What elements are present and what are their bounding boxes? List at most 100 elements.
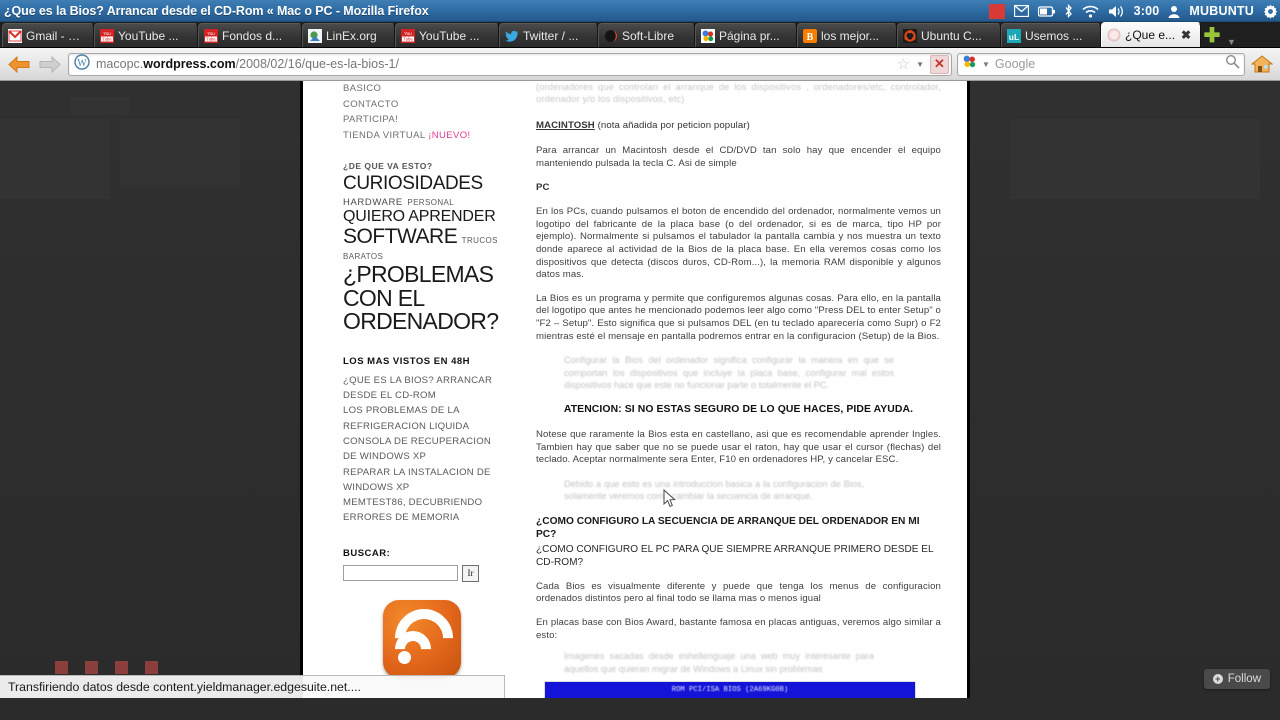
tag-quiero-aprender[interactable]: QUIERO APRENDER [343, 208, 496, 225]
linex-icon [308, 28, 322, 43]
sidebar-item-basico[interactable]: BASICO [343, 81, 500, 97]
forward-button[interactable] [37, 52, 63, 76]
tag-personal[interactable]: PERSONAL [407, 198, 454, 207]
browser-tab[interactable]: Ubuntu C... [897, 23, 1001, 47]
ubuntu-icon [903, 28, 917, 43]
pc-paragraph: En los PCs, cuando pulsamos el boton de … [536, 206, 941, 281]
address-bar[interactable]: W macopc.wordpress.com/2008/02/16/que-es… [68, 52, 952, 76]
volume-icon[interactable] [1108, 5, 1125, 18]
back-button[interactable] [6, 52, 32, 76]
follow-button[interactable]: + Follow [1203, 669, 1270, 689]
article-warning: ATENCION: SI NO ESTAS SEGURO DE LO QUE H… [563, 403, 914, 415]
svg-text:Tube: Tube [403, 36, 413, 41]
search-bar[interactable]: ▼ Google [957, 52, 1245, 76]
star-icon[interactable]: ☆ [897, 55, 910, 73]
article-subheading-2: ¿COMO CONFIGURO EL PC PARA QUE SIEMPRE A… [536, 543, 934, 568]
browser-viewport: BASICO CONTACTO PARTICIPA! TIENDA VIRTUA… [0, 81, 1280, 698]
list-item[interactable]: CONSOLA DE RECUPERACION DE WINDOWS XP [343, 434, 500, 465]
battery-icon[interactable] [1037, 5, 1055, 17]
home-icon[interactable] [1250, 52, 1274, 76]
bluetooth-icon[interactable] [1064, 4, 1073, 18]
browser-tab[interactable]: B los mejor... [797, 23, 897, 47]
clock[interactable]: 3:00 [1134, 4, 1160, 18]
url-text[interactable]: macopc.wordpress.com/2008/02/16/que-es-l… [96, 57, 891, 71]
browser-tab[interactable]: Página pr... [695, 23, 797, 47]
tab-label: Gmail - C... [26, 28, 86, 43]
search-icon[interactable] [1225, 54, 1240, 74]
article-quote-1: Configurar la Bios del ordenador signifi… [564, 355, 894, 391]
tab-label: Fondos d... [222, 28, 283, 43]
twitter-icon [505, 29, 519, 43]
mail-icon[interactable] [1013, 5, 1029, 17]
popular-list[interactable]: ¿QUE ES LA BIOS? ARRANCAR DESDE EL CD-RO… [343, 373, 500, 526]
search-input[interactable] [343, 565, 458, 582]
svg-text:You: You [404, 31, 412, 36]
browser-tab-active[interactable]: ¿Que e... ✖ [1101, 22, 1201, 47]
gear-icon[interactable] [1263, 4, 1278, 19]
list-item[interactable]: LOS PROBLEMAS DE LA REFRIGERACION LIQUID… [343, 403, 500, 434]
page-sidebar: BASICO CONTACTO PARTICIPA! TIENDA VIRTUA… [303, 81, 508, 698]
sidebar-item-participa[interactable]: PARTICIPA! [343, 112, 500, 128]
sidebar-item-tienda[interactable]: TIENDA VIRTUAL ¡NUEVO! [343, 128, 500, 144]
rss-icon[interactable] [382, 596, 465, 679]
bios-screenshot[interactable]: ROM PCI/ISA BIOS (2A69KG0B) CMOS SETUP U… [544, 681, 916, 698]
chevron-down-icon[interactable]: ▼ [916, 60, 924, 69]
browser-tab[interactable]: Soft-Libre [598, 23, 695, 47]
tag-trucos[interactable]: TRUCOS [462, 236, 498, 245]
tag-problemas-ordenador[interactable]: ¿PROBLEMAS CON EL ORDENADOR? [343, 261, 499, 334]
tag-de-que-va-esto[interactable]: ¿DE QUE VA ESTO? [343, 161, 433, 171]
tag-software[interactable]: SOFTWARE [343, 225, 458, 248]
navigation-toolbar[interactable]: W macopc.wordpress.com/2008/02/16/que-es… [0, 48, 1280, 81]
username-label[interactable]: MUBUNTU [1189, 4, 1254, 18]
tab-list-icon[interactable]: ▼ [1227, 37, 1236, 47]
browser-tab[interactable]: Gmail - C... [2, 23, 94, 47]
tab-strip[interactable]: Gmail - C... You Tube YouTube ... You Tube… [0, 22, 1280, 48]
svg-text:You: You [103, 31, 111, 36]
window-titlebar: ¿Que es la Bios? Arrancar desde el CD-Ro… [0, 0, 1280, 22]
rss-block[interactable] [343, 596, 500, 679]
stop-button[interactable]: ✕ [930, 54, 949, 74]
new-tab-button[interactable]: ✚ [1201, 25, 1223, 47]
tab-label: Twitter / ... [523, 28, 579, 43]
browser-tab[interactable]: uL Usemos ... [1001, 23, 1101, 47]
wordpress-icon: W [74, 53, 90, 75]
tag-hardware[interactable]: HARDWARE [343, 197, 403, 208]
wifi-icon[interactable] [1082, 5, 1099, 18]
browser-tab[interactable]: You Tube YouTube ... [395, 23, 499, 47]
svg-text:W: W [77, 58, 87, 69]
google-icon [701, 28, 715, 43]
browser-tab[interactable]: LinEx.org [302, 23, 395, 47]
youtube-icon: You Tube [100, 28, 114, 43]
list-item[interactable]: ¿QUE ES LA BIOS? ARRANCAR DESDE EL CD-RO… [343, 373, 500, 404]
bios-paragraph: La Bios es un programa y permite que con… [536, 292, 941, 342]
youtube-icon: You Tube [401, 28, 415, 43]
tag-baratos[interactable]: BARATOS [343, 252, 383, 261]
sidebar-search[interactable]: Ir [343, 564, 500, 582]
go-button[interactable]: Ir [462, 564, 479, 582]
chevron-down-icon[interactable]: ▼ [982, 60, 990, 69]
indicator-red-icon[interactable] [988, 3, 1005, 19]
svg-text:Tube: Tube [102, 36, 112, 41]
user-icon[interactable] [1168, 5, 1180, 18]
taskbar-thumbnails [55, 659, 255, 675]
article-subheading-1: ¿COMO CONFIGURO LA SECUENCIA DE ARRANQUE… [536, 515, 920, 540]
nuevo-badge: ¡NUEVO! [428, 129, 471, 141]
left-gutter [0, 81, 300, 698]
sidebar-menu[interactable]: BASICO CONTACTO PARTICIPA! TIENDA VIRTUA… [343, 81, 500, 143]
web-page: BASICO CONTACTO PARTICIPA! TIENDA VIRTUA… [300, 81, 970, 698]
search-input[interactable]: Google [995, 57, 1220, 71]
list-item[interactable]: REPARAR LA INSTALACION DE WINDOWS XP [343, 465, 500, 496]
browser-tab[interactable]: You Tube Fondos d... [198, 23, 302, 47]
macintosh-heading-line: MACINTOSH (nota añadida por peticion pop… [536, 120, 941, 133]
ul-icon: uL [1007, 28, 1021, 43]
tab-label: Soft-Libre [622, 28, 675, 43]
svg-text:B: B [807, 32, 814, 43]
tag-curiosidades[interactable]: CURIOSIDADES [343, 173, 483, 194]
browser-tab[interactable]: You Tube YouTube ... [94, 23, 198, 47]
sidebar-item-contacto[interactable]: CONTACTO [343, 97, 500, 113]
browser-tab[interactable]: Twitter / ... [499, 23, 598, 47]
tag-cloud[interactable]: ¿DE QUE VA ESTO? CURIOSIDADES HARDWARE P… [343, 157, 500, 333]
list-item[interactable]: MEMTEST86, DECUBRIENDO ERRORES DE MEMORI… [343, 495, 500, 526]
close-icon[interactable]: ✖ [1181, 28, 1191, 42]
plus-icon: ✚ [1203, 25, 1221, 47]
